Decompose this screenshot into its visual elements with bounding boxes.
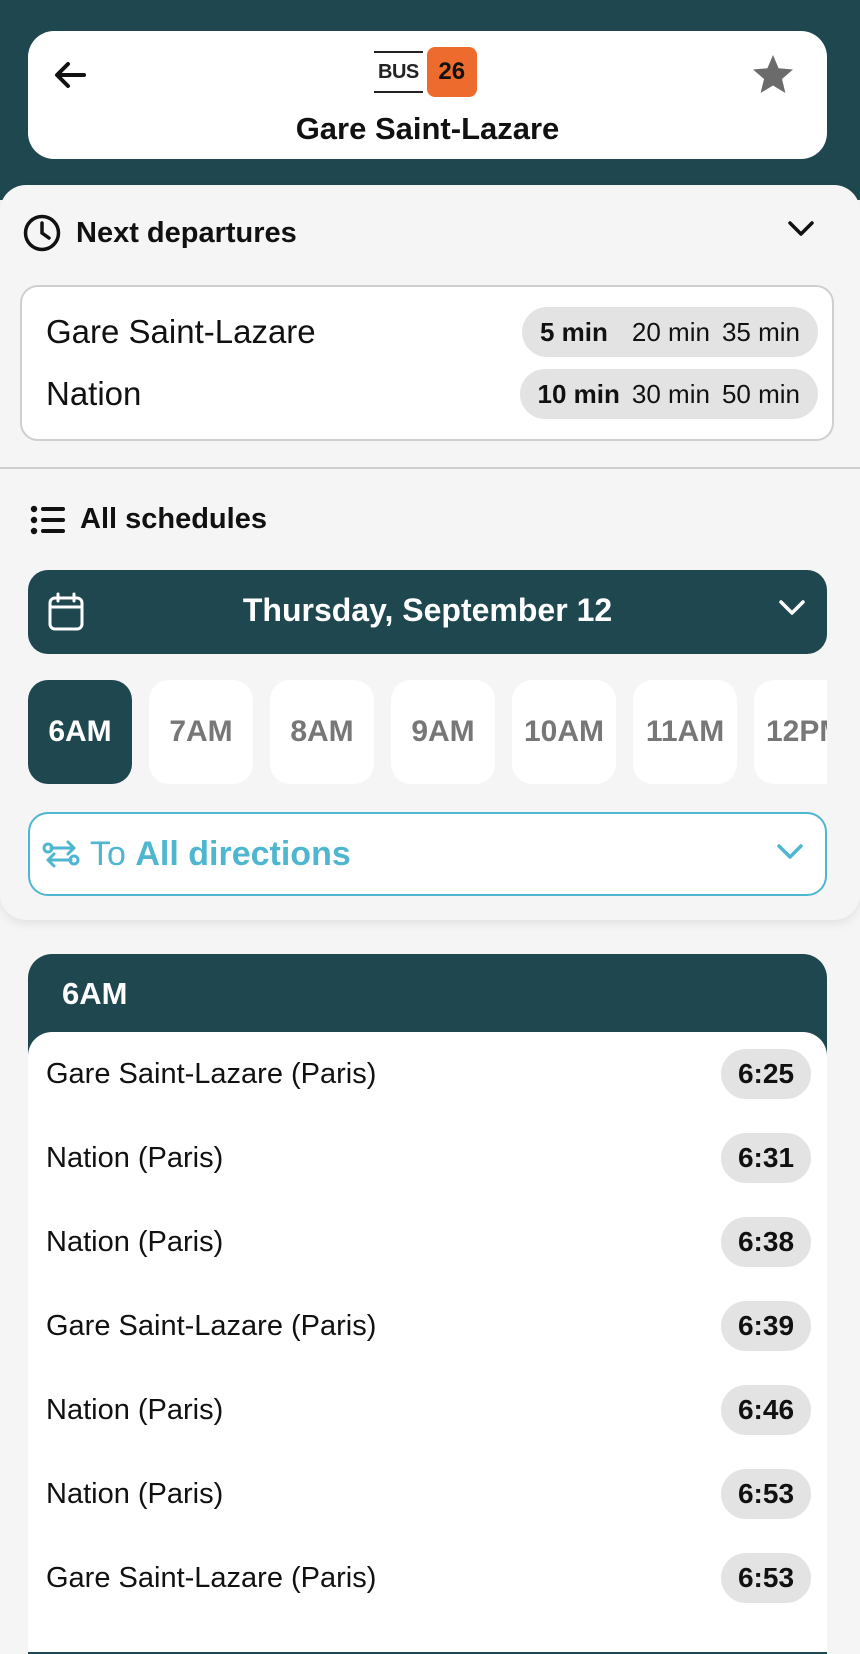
hour-chip-8am[interactable]: 8AM [270,680,374,784]
selected-date: Thursday, September 12 [242,592,613,628]
departure-time: 50 min [721,378,800,409]
schedule-time: 6:38 [721,1217,811,1267]
bus-mode-label: BUS [374,51,423,93]
hour-chip-10am[interactable]: 10AM [512,680,616,784]
schedule-time: 6:46 [721,1385,811,1435]
star-icon [753,55,793,93]
next-departures-header[interactable]: Next departures [22,213,297,253]
clock-icon [23,214,61,252]
schedule-destination: Nation (Paris) [46,1225,224,1258]
schedule-row[interactable]: Gare Saint-Lazare (Paris) 6:53 [28,1536,827,1620]
hour-chip-9am[interactable]: 9AM [391,680,495,784]
schedule-row[interactable]: Nation (Paris) 6:31 [28,1116,827,1200]
direction-value: All directions [135,834,351,873]
chevron-down-icon [788,221,814,236]
schedule-row[interactable]: Nation (Paris) 6:46 [28,1368,827,1452]
all-schedules-header: All schedules [30,503,267,536]
next-departures-title: Next departures [76,216,297,249]
arrow-left-icon [55,62,86,88]
schedule-list: Gare Saint-Lazare (Paris) 6:25 Nation (P… [28,1032,827,1652]
hour-chip-7am[interactable]: 7AM [149,680,253,784]
back-button[interactable] [50,55,90,95]
departure-time: 10 min [537,378,620,409]
departure-destination: Gare Saint-Lazare [46,313,316,350]
schedule-hour-card: 6AM Gare Saint-Lazare (Paris) 6:25 Natio… [28,954,827,1654]
departure-row[interactable]: Gare Saint-Lazare 5 min 20 min 35 min [22,305,832,359]
direction-label: To All directions [90,835,351,874]
schedule-destination: Nation (Paris) [46,1141,224,1174]
swap-direction-icon [42,840,80,868]
departure-time: 35 min [721,316,800,347]
schedule-hour-title: 6AM [62,976,128,1011]
schedule-time: 6:53 [721,1469,811,1519]
schedule-destination: Gare Saint-Lazare (Paris) [46,1057,377,1090]
departure-time: 20 min [631,316,710,347]
all-schedules-title: All schedules [80,503,267,535]
schedule-row[interactable]: Nation (Paris) 6:38 [28,1200,827,1284]
departure-times: 5 min 20 min 35 min [521,307,818,357]
schedule-row[interactable]: Nation (Paris) 6:53 [28,1452,827,1536]
line-badge: BUS 26 [374,47,477,97]
favorite-button[interactable] [749,51,797,99]
schedule-destination: Gare Saint-Lazare (Paris) [46,1561,377,1594]
departure-destination: Nation [46,375,142,412]
header-card: BUS 26 Gare Saint-Lazare [28,31,827,159]
divider [0,467,860,469]
schedule-row[interactable]: Gare Saint-Lazare (Paris) 6:25 [28,1032,827,1116]
list-icon [30,505,65,534]
schedule-time: 6:31 [721,1133,811,1183]
chevron-down-icon [777,844,803,859]
direction-prefix: To [90,834,126,873]
schedule-destination: Nation (Paris) [46,1477,224,1510]
chevron-down-icon [779,600,805,615]
schedule-panel: Next departures Gare Saint-Lazare 5 min … [0,185,860,920]
direction-selector[interactable]: To All directions [28,812,827,896]
departure-time: 5 min [539,316,608,347]
hour-chip-6am[interactable]: 6AM [28,680,132,784]
departure-row[interactable]: Nation 10 min 30 min 50 min [22,367,832,421]
schedule-destination: Nation (Paris) [46,1393,224,1426]
schedule-time: 6:25 [721,1049,811,1099]
hour-selector: 6AM 7AM 8AM 9AM 10AM 11AM 12PM [28,680,827,786]
line-number: 26 [426,47,477,97]
collapse-next-departures-button[interactable] [786,219,816,244]
hour-chip-11am[interactable]: 11AM [633,680,737,784]
next-departures-list: Gare Saint-Lazare 5 min 20 min 35 min Na… [20,285,834,441]
hour-chip-12pm[interactable]: 12PM [754,680,827,784]
page-title: Gare Saint-Lazare [295,111,560,146]
departure-time: 30 min [631,378,710,409]
schedule-time: 6:39 [721,1301,811,1351]
schedule-row[interactable]: Gare Saint-Lazare (Paris) 6:39 [28,1284,827,1368]
date-selector[interactable]: Thursday, September 12 [28,570,827,654]
schedule-destination: Gare Saint-Lazare (Paris) [46,1309,377,1342]
departure-times: 10 min 30 min 50 min [519,369,818,419]
